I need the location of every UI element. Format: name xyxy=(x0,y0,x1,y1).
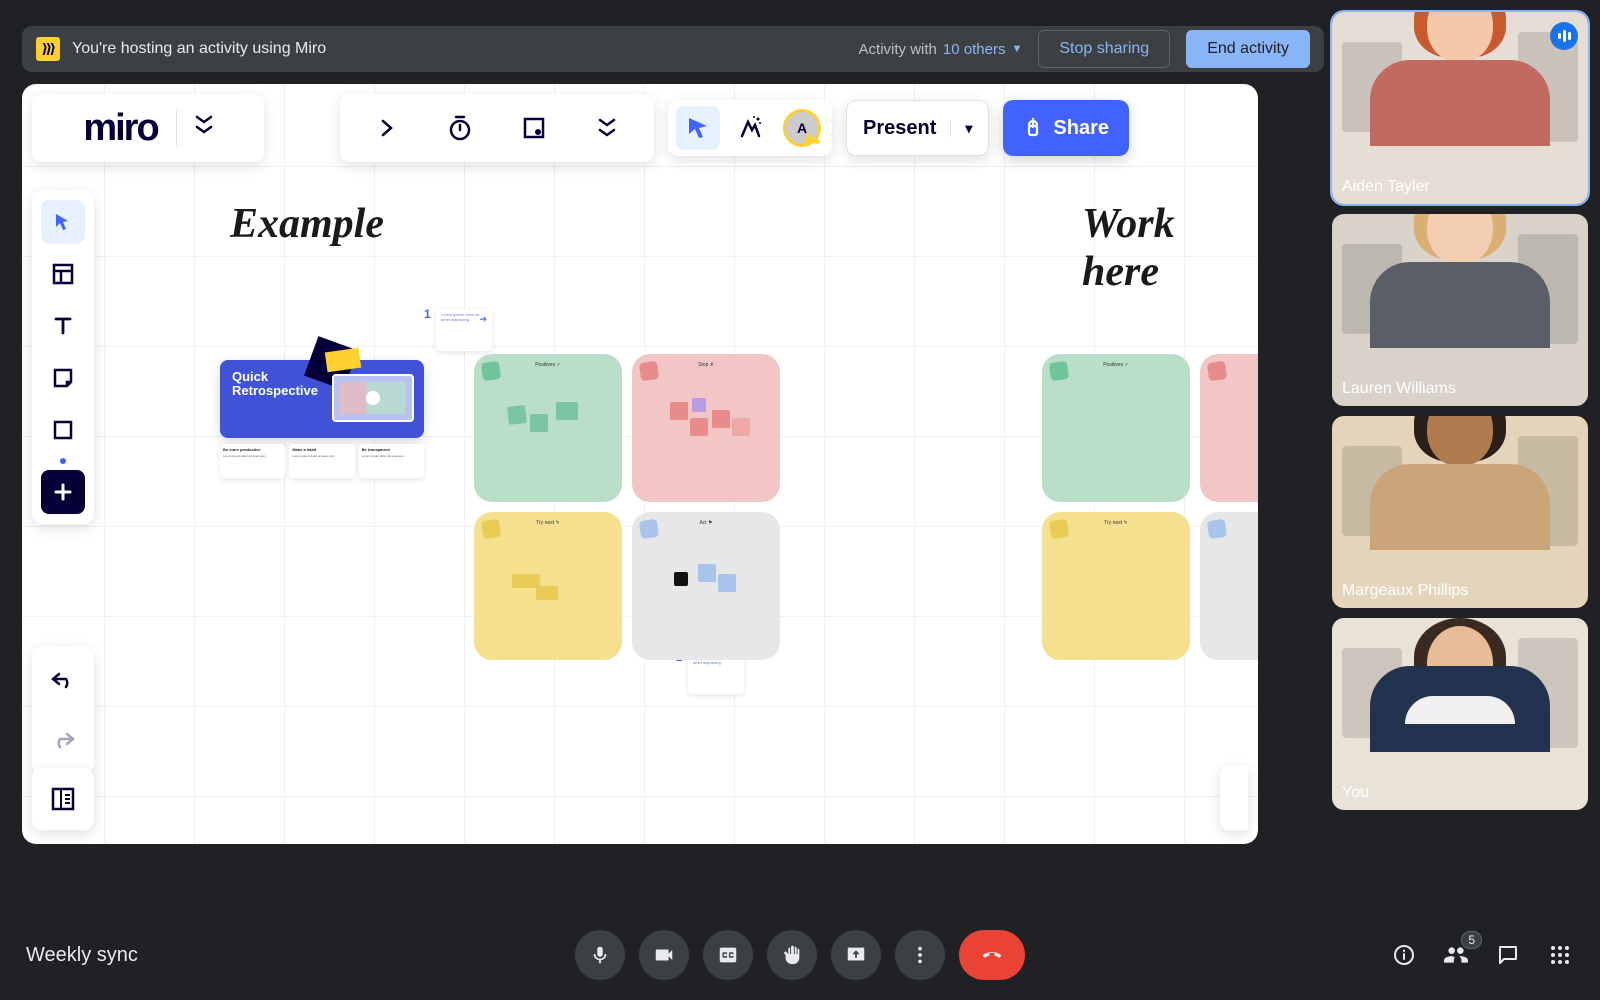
arrow-right-icon: ➔ xyxy=(479,314,487,325)
end-activity-button[interactable]: End activity xyxy=(1186,30,1310,68)
leave-call-button[interactable] xyxy=(959,930,1025,980)
participant-name: Aiden Tayler xyxy=(1342,178,1430,196)
more-chevron-icon[interactable] xyxy=(585,106,629,150)
retro-subcard[interactable]: Be transparentLorem ipsum dolor sit amet… xyxy=(359,444,424,478)
activity-with-prefix: Activity with xyxy=(859,41,937,58)
activities-icon[interactable] xyxy=(1546,941,1574,969)
decoration xyxy=(325,348,361,373)
timer-icon[interactable] xyxy=(438,106,482,150)
mic-button[interactable] xyxy=(575,930,625,980)
miro-logo-card[interactable]: miro xyxy=(32,94,264,162)
nav-forward-icon[interactable] xyxy=(365,106,409,150)
miro-canvas[interactable]: miro A Present ▾ Sha xyxy=(22,84,1258,844)
participant-name: Lauren Williams xyxy=(1342,380,1456,398)
cursor-tool-icon[interactable] xyxy=(676,106,720,150)
reactions-icon[interactable] xyxy=(728,106,772,150)
retro-subcard[interactable]: Be more productiveLorem ipsum dolor sit … xyxy=(220,444,285,478)
people-icon[interactable]: 5 xyxy=(1442,941,1470,969)
video-tile[interactable]: You xyxy=(1332,618,1588,810)
camera-button[interactable] xyxy=(639,930,689,980)
retro-subcard[interactable]: Make a habitLorem ipsum dolor sit amet t… xyxy=(289,444,354,478)
caret-down-icon: ▼ xyxy=(1011,43,1022,55)
tool-indicator-dot xyxy=(60,458,66,464)
tile-ideas[interactable]: Try next ✎ xyxy=(474,512,622,660)
miro-undo-toolbar xyxy=(32,646,94,774)
tile-went-well-blank[interactable]: Positives ✓ xyxy=(1042,354,1190,502)
chevron-down-icon[interactable]: ▾ xyxy=(950,120,972,137)
video-sidebar: Aiden Tayler Lauren Williams Margeaux Phil… xyxy=(1332,12,1588,810)
frame-icon[interactable] xyxy=(512,106,556,150)
miro-logo: miro xyxy=(83,107,157,150)
more-options-button[interactable] xyxy=(895,930,945,980)
sticky-tool-icon[interactable] xyxy=(41,356,85,400)
activity-with-count: 10 others xyxy=(943,41,1006,58)
tile-went-wrong-blank[interactable] xyxy=(1200,354,1258,502)
tile-ideas-blank[interactable]: Try next ✎ xyxy=(1042,512,1190,660)
miro-left-toolbar xyxy=(32,190,94,524)
zoom-control[interactable] xyxy=(1220,766,1248,830)
divider xyxy=(176,109,177,147)
shape-tool-icon[interactable] xyxy=(41,408,85,452)
participant-name: Margeaux Phillips xyxy=(1342,582,1468,600)
add-tool-icon[interactable] xyxy=(41,470,85,514)
meet-right-controls: 5 xyxy=(1390,941,1574,969)
video-tile[interactable]: Lauren Williams xyxy=(1332,214,1588,406)
tile-went-wrong[interactable]: Stop ✗ xyxy=(632,354,780,502)
speaking-indicator-icon xyxy=(1550,22,1578,50)
step-card-1[interactable]: 1 ➔ Lorem ipsum dolor sit amet adipiscin… xyxy=(436,309,492,351)
banner-host-text: You're hosting an activity using Miro xyxy=(72,40,326,58)
miro-center-toolbar xyxy=(340,94,654,162)
select-tool-icon[interactable] xyxy=(41,200,85,244)
present-screen-button[interactable] xyxy=(831,930,881,980)
captions-button[interactable] xyxy=(703,930,753,980)
meet-bottom-bar: Weekly sync 5 xyxy=(0,910,1600,1000)
activity-banner: You're hosting an activity using Miro Ac… xyxy=(22,26,1324,72)
miro-chip-icon xyxy=(36,37,60,61)
meeting-title: Weekly sync xyxy=(26,944,138,967)
stop-sharing-button[interactable]: Stop sharing xyxy=(1038,30,1170,68)
video-tile[interactable]: Aiden Tayler xyxy=(1332,12,1588,204)
present-button[interactable]: Present ▾ xyxy=(846,100,989,156)
people-count-badge: 5 xyxy=(1461,931,1482,949)
tile-actions[interactable]: Act ⚑ xyxy=(632,512,780,660)
chat-icon[interactable] xyxy=(1494,941,1522,969)
meet-controls xyxy=(575,930,1025,980)
tile-actions-blank[interactable] xyxy=(1200,512,1258,660)
video-thumbnail[interactable] xyxy=(332,374,414,422)
board-menu-chevron-icon[interactable] xyxy=(195,114,213,142)
video-tile[interactable]: Margeaux Phillips xyxy=(1332,416,1588,608)
share-button[interactable]: Share xyxy=(1003,100,1129,156)
user-avatar[interactable]: A xyxy=(780,106,824,150)
activity-with-dropdown[interactable]: Activity with 10 others ▼ xyxy=(859,41,1023,58)
info-icon[interactable] xyxy=(1390,941,1418,969)
canvas-label-example: Example xyxy=(230,200,384,248)
raise-hand-button[interactable] xyxy=(767,930,817,980)
participant-name: You xyxy=(1342,784,1369,802)
retro-subcards: Be more productiveLorem ipsum dolor sit … xyxy=(220,444,424,478)
redo-icon[interactable] xyxy=(41,718,85,762)
miro-right-toolbar: A Present ▾ Share xyxy=(668,94,1129,162)
text-tool-icon[interactable] xyxy=(41,304,85,348)
tile-went-well[interactable]: Positives ✓ xyxy=(474,354,622,502)
retrospective-card[interactable]: QuickRetrospective xyxy=(220,360,424,438)
template-tool-icon[interactable] xyxy=(41,252,85,296)
undo-icon[interactable] xyxy=(41,658,85,702)
panel-toggle-icon[interactable] xyxy=(32,768,94,830)
canvas-label-work-here: Work here xyxy=(1082,200,1258,296)
